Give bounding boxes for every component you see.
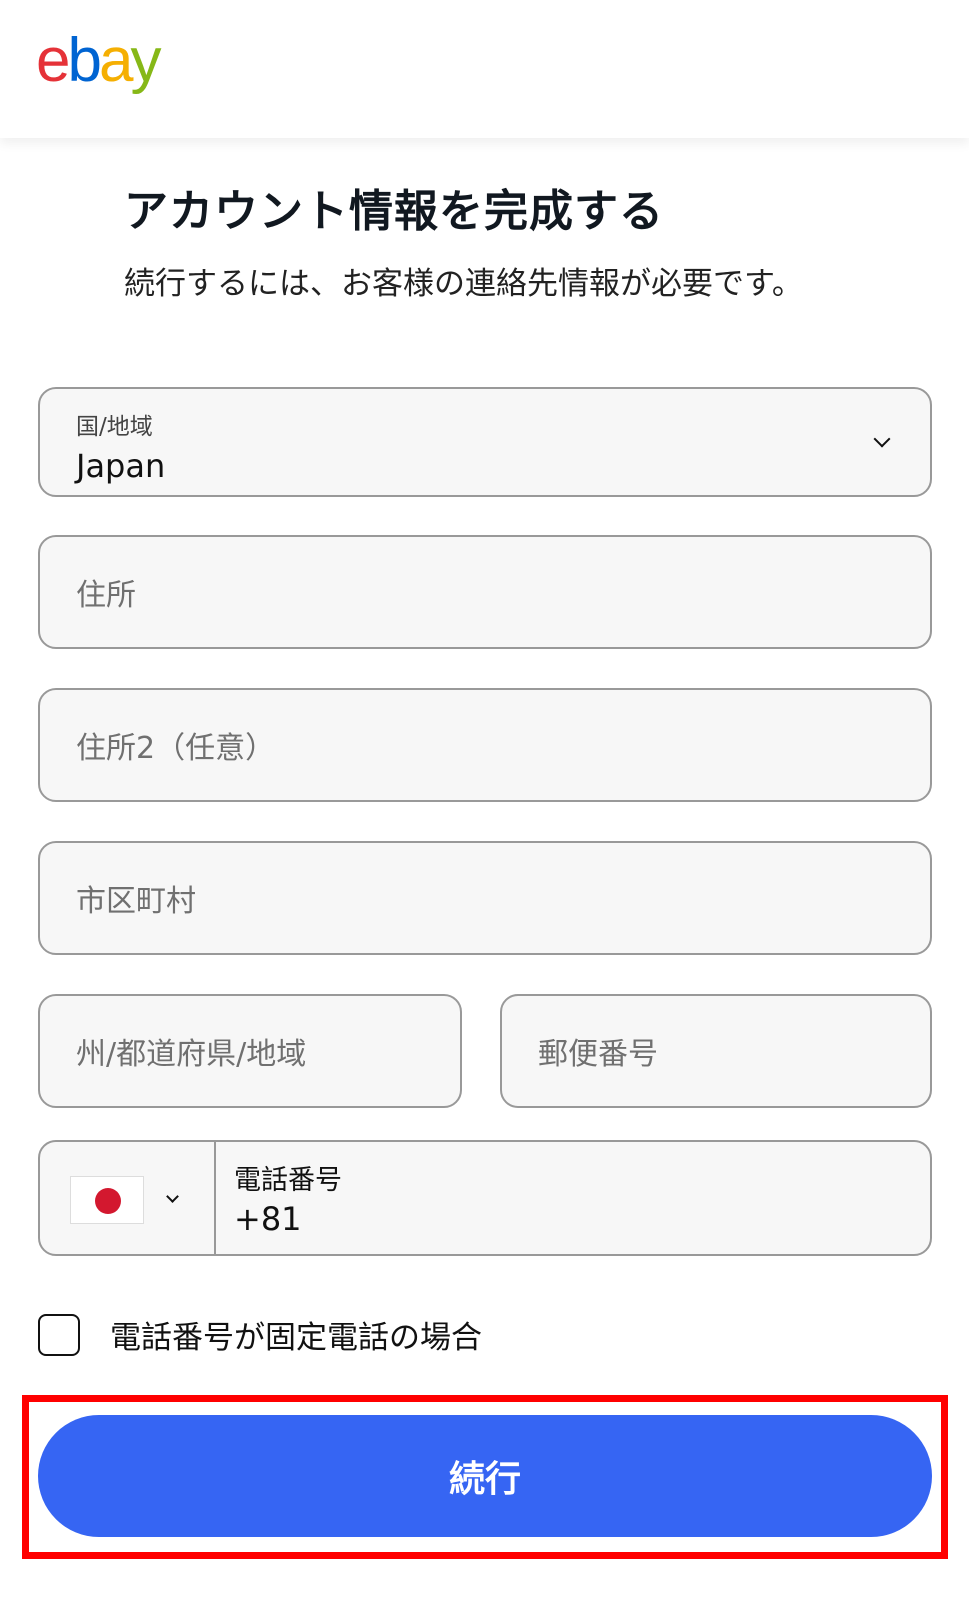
japan-flag-icon bbox=[70, 1176, 144, 1224]
page-title: アカウント情報を完成する bbox=[124, 186, 664, 237]
chevron-down-icon bbox=[166, 1190, 179, 1203]
country-label: 国/地域 bbox=[76, 414, 153, 440]
state-input[interactable]: 州/都道府県/地域 bbox=[38, 994, 462, 1108]
phone-number-input[interactable]: 電話番号 +81 bbox=[216, 1142, 930, 1254]
country-select[interactable]: 国/地域 Japan bbox=[38, 387, 932, 497]
header: ebay bbox=[0, 0, 969, 138]
postal-code-placeholder: 郵便番号 bbox=[538, 1037, 658, 1072]
logo-letter-e: e bbox=[36, 26, 71, 95]
landline-checkbox-label: 電話番号が固定電話の場合 bbox=[110, 1320, 482, 1356]
logo-letter-a: a bbox=[98, 26, 134, 95]
logo-letter-y: y bbox=[130, 26, 161, 95]
state-placeholder: 州/都道府県/地域 bbox=[76, 1037, 307, 1072]
address-input[interactable]: 住所 bbox=[38, 535, 932, 649]
phone-value: +81 bbox=[234, 1200, 302, 1238]
address-placeholder: 住所 bbox=[76, 578, 136, 613]
flag-red-circle bbox=[95, 1188, 121, 1214]
page-subtitle: 続行するには、お客様の連絡先情報が必要です。 bbox=[124, 266, 803, 302]
landline-checkbox[interactable] bbox=[38, 1313, 80, 1356]
landline-checkbox-row[interactable]: 電話番号が固定電話の場合 bbox=[38, 1312, 482, 1357]
city-placeholder: 市区町村 bbox=[76, 884, 196, 919]
address2-input[interactable]: 住所2（任意） bbox=[38, 688, 932, 802]
country-value: Japan bbox=[76, 447, 166, 485]
phone-label: 電話番号 bbox=[234, 1165, 342, 1196]
continue-button[interactable]: 続行 bbox=[38, 1415, 932, 1537]
postal-code-input[interactable]: 郵便番号 bbox=[500, 994, 932, 1108]
chevron-down-icon bbox=[873, 430, 891, 448]
logo-letter-b: b bbox=[67, 26, 102, 95]
phone-country-picker[interactable] bbox=[40, 1142, 216, 1254]
address2-placeholder: 住所2（任意） bbox=[76, 731, 276, 766]
phone-field: 電話番号 +81 bbox=[38, 1140, 932, 1256]
city-input[interactable]: 市区町村 bbox=[38, 841, 932, 955]
ebay-logo[interactable]: ebay bbox=[36, 26, 161, 95]
